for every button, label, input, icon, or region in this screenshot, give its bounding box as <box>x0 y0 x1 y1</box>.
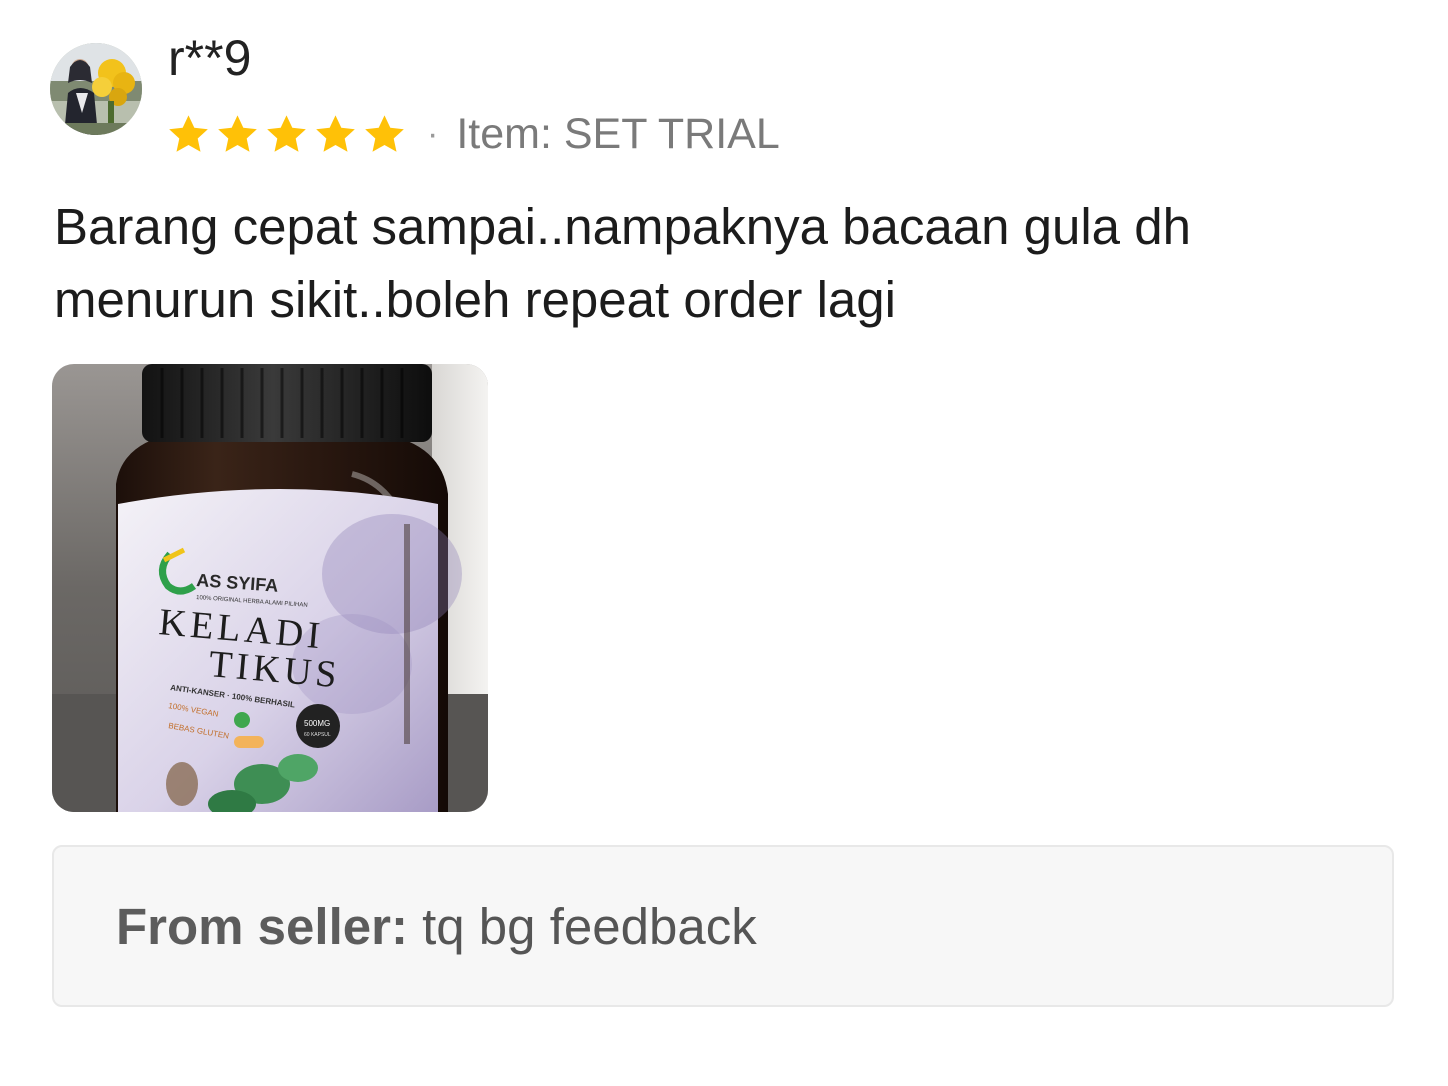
star-icon <box>365 114 404 152</box>
username: r**9 <box>168 30 252 86</box>
separator-dot: · <box>427 115 439 153</box>
product-photo-image: AS SYIFA 100% ORIGINAL HERBA ALAMI PILIH… <box>52 364 488 812</box>
item-variation: Item: SET TRIAL <box>456 110 780 158</box>
review-comment: Barang cepat sampai..nampaknya bacaan gu… <box>54 198 1191 328</box>
star-icon <box>267 114 306 152</box>
photo-dose: 500MG <box>304 719 330 728</box>
seller-reply: From seller: tq bg feedback <box>52 845 1394 1007</box>
photo-dose-sub: 60 KAPSUL <box>304 732 331 738</box>
seller-reply-message: tq bg feedback <box>422 898 757 955</box>
review-photo[interactable]: AS SYIFA 100% ORIGINAL HERBA ALAMI PILIH… <box>52 364 488 812</box>
avatar-image <box>50 43 142 135</box>
user-avatar[interactable] <box>50 43 142 135</box>
rating-row: · Item: SET TRIAL <box>166 106 780 162</box>
star-icon <box>316 114 355 152</box>
review-card: r**9 · Item: SET TRIAL Barang cepat samp… <box>0 0 1448 1086</box>
seller-reply-text: From seller: tq bg feedback <box>116 897 757 957</box>
seller-reply-label: From seller: <box>116 898 408 955</box>
star-icon <box>169 114 208 152</box>
star-icon <box>218 114 257 152</box>
star-rating <box>166 112 407 157</box>
